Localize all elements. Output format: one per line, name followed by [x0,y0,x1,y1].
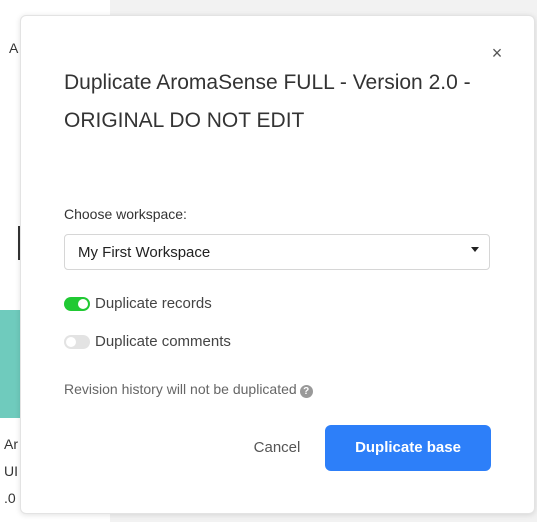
cancel-button[interactable]: Cancel [239,426,315,470]
duplicate-records-label: Duplicate records [95,295,212,312]
background-text-fragment: Ar [4,436,18,452]
toggle-knob [66,337,76,347]
workspace-select-value: My First Workspace [78,244,211,261]
toggle-knob [78,299,88,309]
background-text-fragment: .0 [4,490,16,506]
workspace-label: Choose workspace: [64,206,187,222]
background-text-fragment: A [9,40,19,56]
duplicate-base-dialog: × Duplicate AromaSense FULL - Version 2.… [20,15,535,514]
duplicate-comments-label: Duplicate comments [95,333,231,350]
help-icon[interactable]: ? [299,385,313,398]
revision-history-note-text: Revision history will not be duplicated [64,381,297,397]
duplicate-records-toggle[interactable] [64,297,90,311]
duplicate-base-button[interactable]: Duplicate base [325,425,491,471]
workspace-select[interactable]: My First Workspace [64,234,490,270]
caret-down-icon [471,247,479,252]
close-icon[interactable]: × [490,44,504,62]
dialog-title: Duplicate AromaSense FULL - Version 2.0 … [64,71,471,132]
background-text-fragment: UI [4,463,18,479]
duplicate-comments-toggle[interactable] [64,335,90,349]
revision-history-note: Revision history will not be duplicated? [64,381,313,398]
